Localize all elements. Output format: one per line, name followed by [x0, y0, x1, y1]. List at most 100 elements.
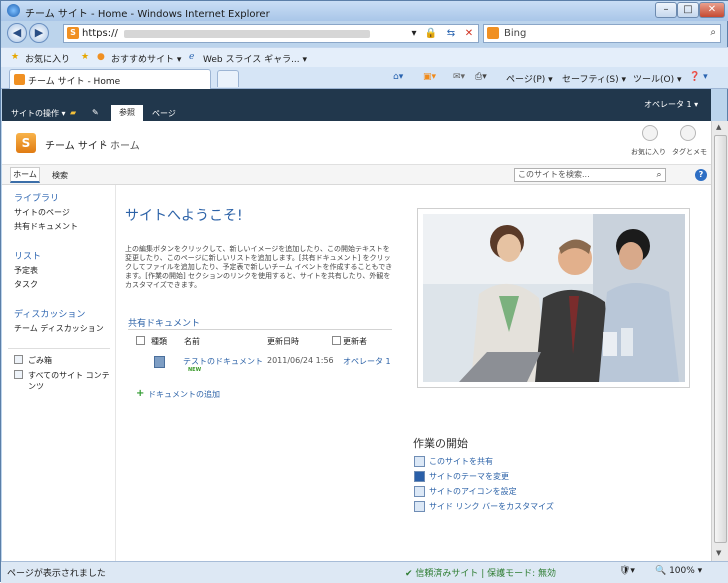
nav-discussions-heading[interactable]: ディスカッション	[14, 307, 85, 320]
security-icon[interactable]: 🛡▾	[619, 566, 635, 576]
select-all-checkbox[interactable]	[136, 336, 145, 345]
topnav-search[interactable]: 検索	[52, 170, 68, 181]
new-tab-button[interactable]	[217, 70, 239, 87]
tab-page[interactable]: ページ	[152, 108, 176, 119]
i-like-it-icon[interactable]	[642, 125, 658, 141]
nav-recycle-bin[interactable]: ごみ箱	[28, 355, 52, 366]
document-icon	[154, 356, 165, 368]
change-theme-link[interactable]: サイトのテーマを変更	[429, 471, 509, 482]
add-favorite-icon[interactable]: ★	[81, 52, 89, 62]
tags-notes-icon[interactable]	[680, 125, 696, 141]
nav-calendar[interactable]: 予定表	[14, 265, 38, 276]
window-title: チーム サイト - Home - Windows Internet Explor…	[25, 9, 270, 20]
shared-documents-divider	[128, 329, 392, 330]
tab-team-site[interactable]: チーム サイト - Home	[9, 69, 211, 89]
column-name[interactable]: 名前	[184, 336, 200, 347]
suggested-sites-button[interactable]: おすすめサイト ▾	[111, 52, 181, 65]
customize-quick-launch-link[interactable]: サイド リンク バーをカスタマイズ	[429, 501, 554, 512]
status-text: ページが表示されました	[7, 569, 106, 579]
i-like-it-label[interactable]: お気に入り	[631, 147, 666, 157]
feeds-icon[interactable]: ▣▾	[423, 72, 436, 82]
site-logo-icon[interactable]: S	[16, 133, 36, 153]
favorites-button[interactable]: お気に入り	[25, 52, 70, 65]
zoom-level[interactable]: 🔍 100% ▾	[655, 566, 702, 576]
address-bar[interactable]: S https:// ▾ 🔒 ⇆ ✕	[63, 24, 479, 43]
home-icon[interactable]: ⌂▾	[393, 72, 403, 82]
site-actions-menu[interactable]: サイトの操作 ▾	[11, 108, 66, 119]
close-button[interactable]: ✕	[699, 2, 725, 18]
suggested-sites-icon: ●	[97, 52, 105, 62]
nav-divider	[8, 348, 110, 349]
vertical-scrollbar[interactable]: ▲ ▼	[711, 121, 728, 561]
share-site-link[interactable]: このサイトを共有	[429, 456, 493, 467]
tags-notes-label[interactable]: タグとメモ	[672, 147, 707, 157]
all-content-icon	[14, 370, 23, 379]
topnav-home[interactable]: ホーム	[10, 167, 40, 183]
new-badge: NEW	[188, 367, 202, 373]
nav-lists-heading[interactable]: リスト	[14, 249, 41, 262]
site-search-icon[interactable]: ⌕	[652, 168, 666, 182]
refresh-icon[interactable]: ⇆	[444, 27, 458, 41]
navigate-up-icon[interactable]: ▰	[70, 108, 76, 117]
search-icon[interactable]: ⌕	[710, 27, 716, 38]
welcome-image	[417, 208, 690, 388]
forward-button[interactable]: ▶	[29, 23, 49, 43]
safety-menu[interactable]: セーフティ(S) ▾	[562, 72, 626, 85]
document-modified-by[interactable]: オペレータ 1	[343, 356, 391, 367]
change-theme-icon	[414, 471, 425, 482]
breadcrumb-separator: ›	[102, 137, 106, 148]
nav-all-site-content[interactable]: すべてのサイト コンテンツ	[28, 370, 115, 392]
help-menu[interactable]: ❓ ▾	[689, 72, 708, 82]
customize-quick-launch-icon	[414, 501, 425, 512]
site-search-input[interactable]: このサイトを検索...	[514, 168, 666, 182]
tools-menu[interactable]: ツール(O) ▾	[633, 72, 682, 85]
tab-browse[interactable]: 参照	[111, 105, 143, 121]
document-modified: 2011/06/24 1:56	[267, 356, 334, 365]
add-document-link[interactable]: ドキュメントの追加	[148, 389, 220, 400]
nav-team-discussion[interactable]: チーム ディスカッション	[14, 323, 104, 334]
nav-shared-documents[interactable]: 共有ドキュメント	[14, 221, 78, 232]
nav-libraries-heading[interactable]: ライブラリ	[14, 191, 59, 204]
search-box[interactable]: Bing ⌕	[483, 24, 721, 43]
scroll-down-icon[interactable]: ▼	[716, 549, 721, 557]
status-bar: ページが表示されました ✔ 信頼済みサイト | 保護モード: 無効 🛡▾ 🔍 1…	[1, 561, 728, 583]
column-modified-by-checkbox[interactable]	[332, 336, 341, 345]
set-site-icon-link[interactable]: サイトのアイコンを設定	[429, 486, 517, 497]
scroll-up-icon[interactable]: ▲	[716, 123, 721, 131]
column-modified-by[interactable]: 更新者	[343, 336, 367, 347]
scroll-thumb[interactable]	[714, 135, 727, 543]
nav-site-pages[interactable]: サイトのページ	[14, 207, 70, 218]
lock-icon[interactable]: 🔒	[424, 27, 438, 41]
document-name-link[interactable]: テストのドキュメント	[183, 356, 263, 367]
stop-icon[interactable]: ✕	[462, 27, 476, 41]
help-icon[interactable]: ?	[695, 169, 707, 181]
ie-logo-icon	[7, 4, 20, 17]
top-navigation: ホーム 検索 このサイトを検索... ⌕ ?	[2, 165, 711, 185]
edit-page-icon[interactable]: ✎	[92, 108, 99, 117]
add-icon: +	[136, 388, 145, 399]
address-url-redacted	[124, 30, 370, 38]
web-slice-gallery-button[interactable]: Web スライス ギャラ... ▾	[203, 52, 307, 65]
mail-icon[interactable]: ✉▾	[453, 72, 465, 82]
web-slice-icon: ℯ	[189, 52, 195, 62]
maximize-button[interactable]: □	[677, 2, 699, 18]
trusted-zone[interactable]: ✔ 信頼済みサイト | 保護モード: 無効	[405, 566, 556, 579]
welcome-heading: サイトへようこそ!	[125, 208, 243, 224]
column-type[interactable]: 種類	[151, 336, 167, 347]
dropdown-arrow-icon[interactable]: ▾	[407, 27, 421, 41]
sharepoint-ribbon: サイトの操作 ▾ ▰ ✎ 参照 ページ オペレータ 1 ▾	[2, 89, 711, 121]
print-icon[interactable]: ⎙▾	[475, 72, 487, 82]
sharepoint-page: S チーム サイト › ホーム お気に入り タグとメモ ホーム 検索 このサイト…	[2, 121, 711, 561]
page-menu[interactable]: ページ(P) ▾	[506, 72, 553, 85]
back-button[interactable]: ◀	[7, 23, 27, 43]
title-bar: チーム サイト - Home - Windows Internet Explor…	[1, 1, 728, 21]
search-placeholder[interactable]: Bing	[504, 28, 526, 39]
minimize-button[interactable]: –	[655, 2, 677, 18]
user-menu[interactable]: オペレータ 1 ▾	[644, 99, 698, 110]
site-title-link[interactable]: チーム サイト	[45, 137, 108, 152]
column-modified[interactable]: 更新日時	[267, 336, 299, 347]
address-url[interactable]: https://	[82, 28, 118, 39]
nav-tasks[interactable]: タスク	[14, 279, 38, 290]
share-site-icon	[414, 456, 425, 467]
shared-documents-heading[interactable]: 共有ドキュメント	[128, 316, 200, 329]
